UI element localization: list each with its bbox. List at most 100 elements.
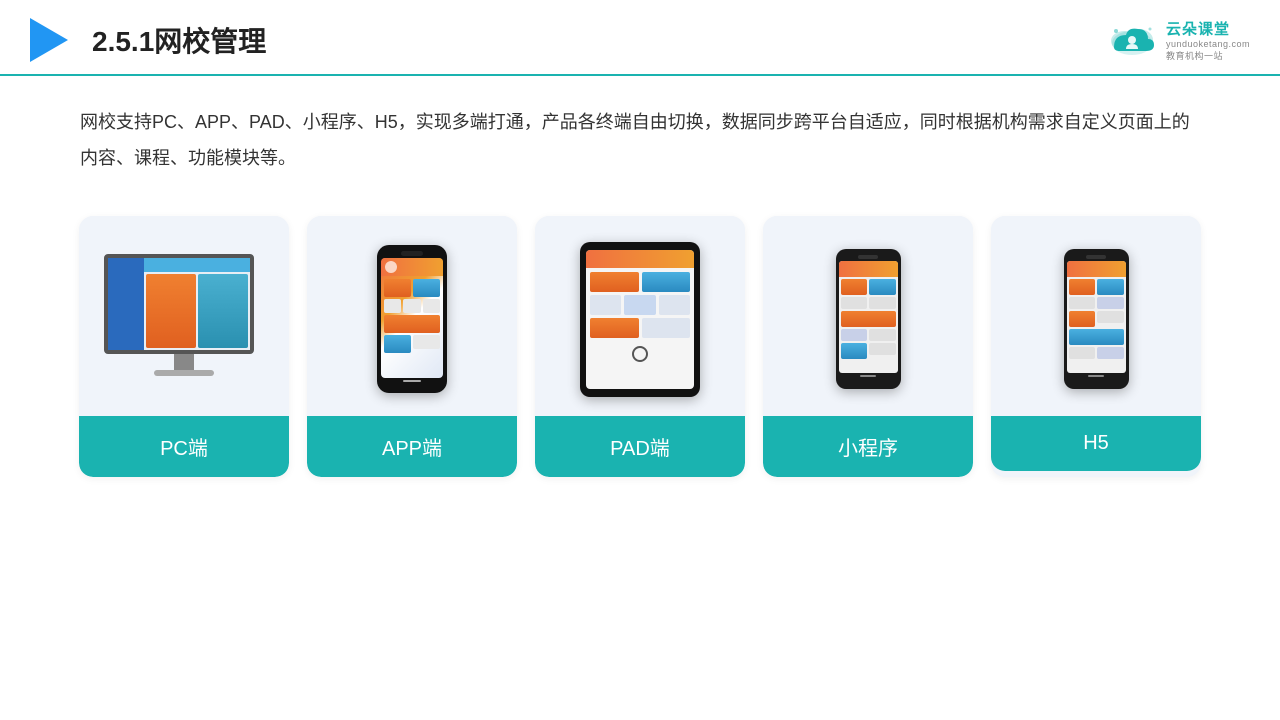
card-miniapp-label: 小程序 <box>763 416 973 477</box>
cards-container: PC端 <box>0 196 1280 507</box>
mini-phone-notch-miniapp <box>858 255 878 259</box>
tablet-row3 <box>590 318 690 338</box>
card-h5-label: H5 <box>991 416 1201 471</box>
mini-phone-screen-miniapp <box>839 261 898 373</box>
mini-phone-item9-h5 <box>1097 347 1124 359</box>
mini-phone-row5-h5 <box>1069 347 1124 359</box>
mini-phone-item7-h5 <box>1069 329 1124 345</box>
tablet-block7 <box>642 318 691 338</box>
logo-name: 云朵课堂 <box>1166 18 1250 39</box>
mini-phone-item6-h5 <box>1097 311 1124 323</box>
mini-phone-item4-h5 <box>1097 297 1124 309</box>
mini-phone-item3-h5 <box>1069 297 1096 309</box>
monitor-mockup <box>104 254 264 384</box>
phone-row2-app <box>384 299 440 313</box>
phone-item5-app <box>423 299 440 313</box>
mini-phone-item6-miniapp <box>841 329 868 341</box>
mini-phone-row4-h5 <box>1069 329 1124 345</box>
card-miniapp-image <box>763 216 973 416</box>
phone-notch-app <box>401 251 423 256</box>
tablet-block2 <box>642 272 691 292</box>
logo: 云朵课堂 yunduoketang.com 教育机构一站 <box>1106 18 1250 62</box>
description-text: 网校支持PC、APP、PAD、小程序、H5，实现多端打通，产品各终端自由切换，数… <box>80 112 1190 168</box>
tablet-mockup <box>580 242 700 397</box>
monitor-card2 <box>198 274 248 348</box>
phone-bar-app <box>403 380 421 382</box>
page-title: 2.5.1网校管理 <box>92 20 266 60</box>
phone-avatar-app <box>385 261 397 273</box>
card-h5: H5 <box>991 216 1201 477</box>
phone-mockup-app <box>377 245 447 393</box>
mini-phone-row2-h5 <box>1069 297 1124 309</box>
mini-phone-item8-miniapp <box>841 343 868 359</box>
mini-phone-header-h5 <box>1067 261 1126 277</box>
tablet-block6 <box>590 318 639 338</box>
phone-row3-app <box>384 315 440 333</box>
mini-phone-screen-h5 <box>1067 261 1126 373</box>
logo-domain: yunduoketang.com <box>1166 39 1250 49</box>
logo-text: 云朵课堂 yunduoketang.com 教育机构一站 <box>1166 18 1250 62</box>
mini-phone-row5-miniapp <box>841 343 896 359</box>
mini-phone-item8-h5 <box>1069 347 1096 359</box>
mini-phone-item7-miniapp <box>869 329 896 341</box>
mini-phone-body-h5 <box>1067 277 1126 361</box>
play-icon <box>30 18 68 62</box>
monitor-screen <box>104 254 254 354</box>
tablet-block3 <box>590 295 621 315</box>
phone-item4-app <box>403 299 420 313</box>
card-pc-label: PC端 <box>79 416 289 477</box>
mini-phone-row1-miniapp <box>841 279 896 295</box>
card-app-image <box>307 216 517 416</box>
mini-phone-body-miniapp <box>839 277 898 361</box>
monitor-stand <box>174 354 194 370</box>
logo-sub1: 教育机构一站 <box>1166 49 1250 62</box>
tablet-content <box>586 268 694 342</box>
phone-item1-app <box>384 279 411 297</box>
card-h5-image <box>991 216 1201 416</box>
description: 网校支持PC、APP、PAD、小程序、H5，实现多端打通，产品各终端自由切换，数… <box>0 76 1280 186</box>
tablet-row1 <box>590 272 690 292</box>
phone-item3-app <box>384 299 401 313</box>
tablet-home-button <box>632 346 648 362</box>
phone-item6-app <box>384 315 440 333</box>
mini-phone-row2-miniapp <box>841 297 896 309</box>
mini-phone-notch-h5 <box>1086 255 1106 259</box>
monitor-topbar <box>144 258 251 272</box>
card-pad-image <box>535 216 745 416</box>
mini-phone-item2-miniapp <box>869 279 896 295</box>
monitor-sidebar <box>108 258 144 350</box>
monitor-base <box>154 370 214 376</box>
logo-cloud-icon <box>1106 21 1158 59</box>
tablet-row2 <box>590 295 690 315</box>
mini-phone-item9-miniapp <box>869 343 896 355</box>
phone-row4-app <box>384 335 440 353</box>
card-app: APP端 <box>307 216 517 477</box>
header: 2.5.1网校管理 云朵课堂 yunduoketang.com 教育机构一站 <box>0 0 1280 76</box>
tablet-block4 <box>624 295 655 315</box>
phone-row1-app <box>384 279 440 297</box>
phone-body-app <box>381 276 443 356</box>
mini-phone-item2-h5 <box>1097 279 1124 295</box>
card-app-label: APP端 <box>307 416 517 477</box>
mini-phone-row4-miniapp <box>841 329 896 341</box>
mini-phone-bar-miniapp <box>860 375 876 377</box>
tablet-screen <box>586 250 694 389</box>
card-pc-image <box>79 216 289 416</box>
monitor-content <box>144 258 251 350</box>
card-miniapp: 小程序 <box>763 216 973 477</box>
monitor-card1 <box>146 274 196 348</box>
mini-phone-item5-h5 <box>1069 311 1096 327</box>
mini-phone-item4-miniapp <box>869 297 896 309</box>
card-pad-label: PAD端 <box>535 416 745 477</box>
monitor-main <box>144 272 251 350</box>
phone-header-app <box>381 258 443 276</box>
mini-phone-mockup-h5 <box>1064 249 1129 389</box>
tablet-block1 <box>590 272 639 292</box>
mini-phone-bar-h5 <box>1088 375 1104 377</box>
tablet-block5 <box>659 295 690 315</box>
mini-phone-row3-miniapp <box>841 311 896 327</box>
phone-item8-app <box>413 335 440 349</box>
card-pad: PAD端 <box>535 216 745 477</box>
mini-phone-item1-h5 <box>1069 279 1096 295</box>
mini-phone-item5-miniapp <box>841 311 896 327</box>
